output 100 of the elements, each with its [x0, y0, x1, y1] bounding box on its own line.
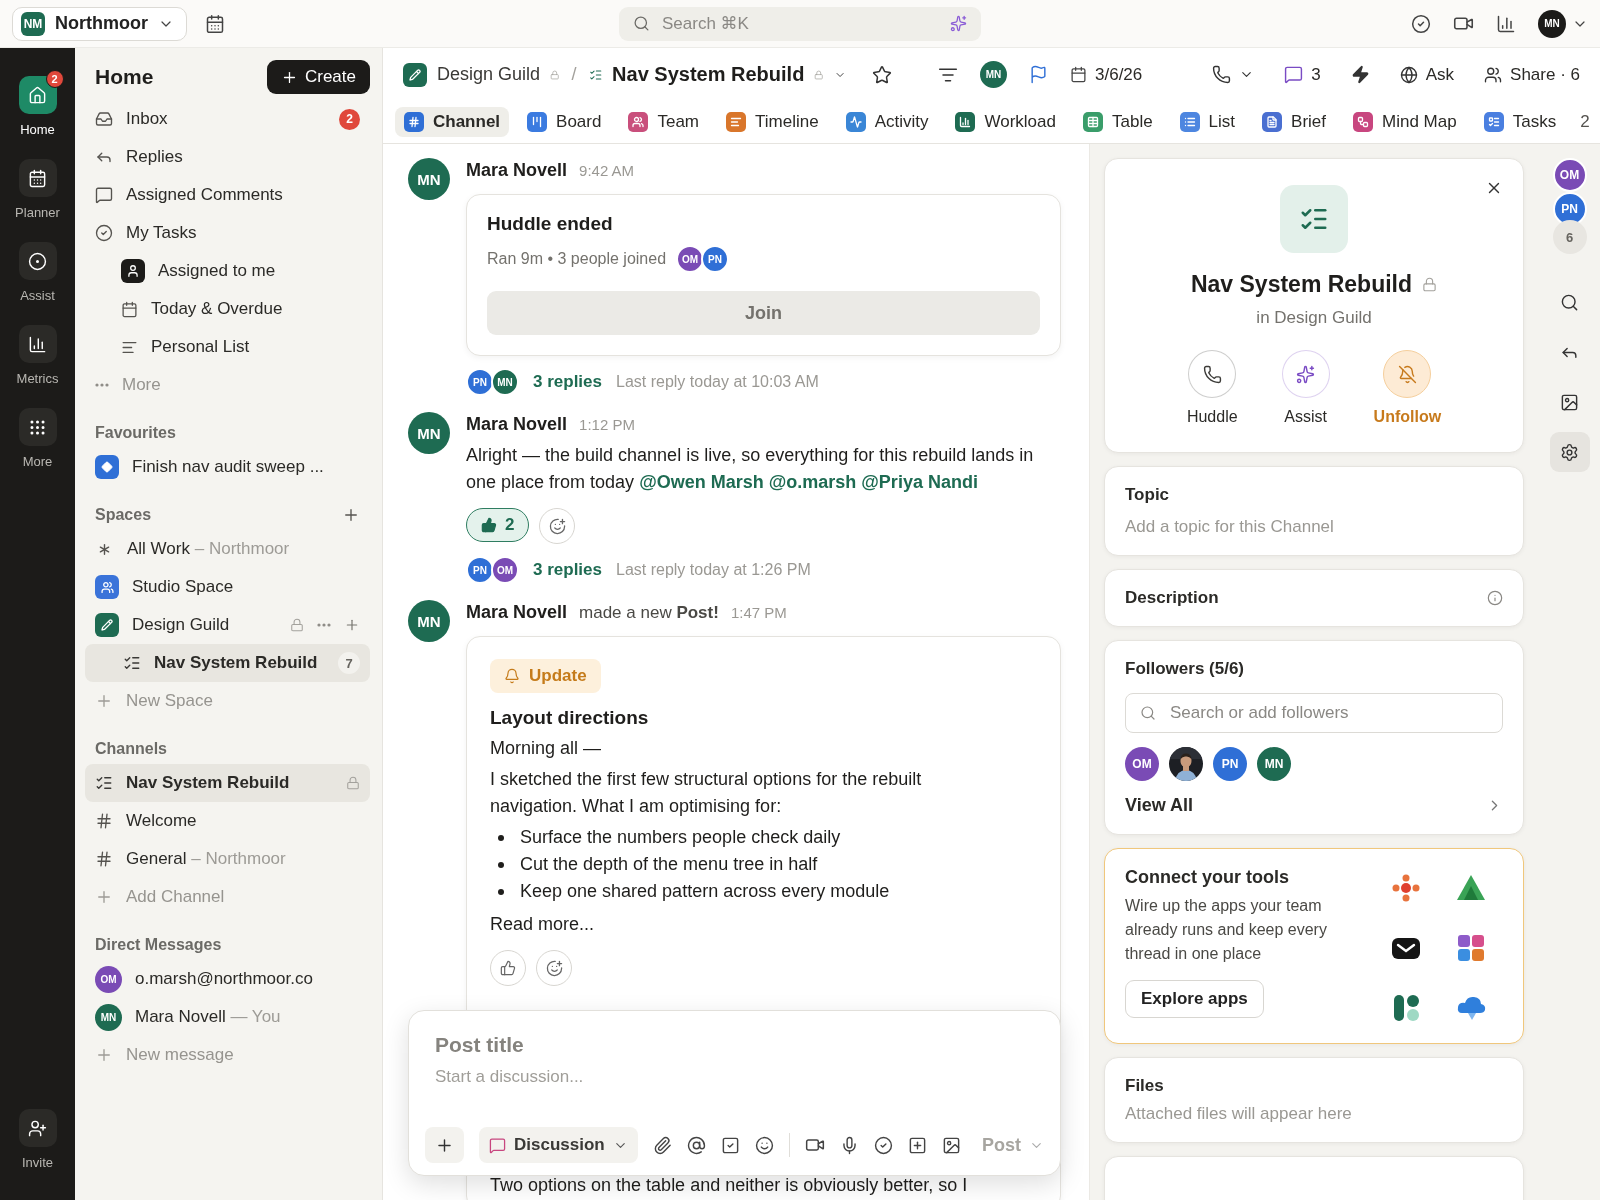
card-heading: Followers (5/6): [1125, 659, 1245, 679]
nav-item[interactable]: Inbox 2: [85, 100, 370, 138]
search-field[interactable]: Search ⌘K: [619, 6, 981, 41]
checkbox-icon[interactable]: [720, 1135, 740, 1155]
mention-link[interactable]: @o.marsh: [768, 472, 857, 492]
lightning-icon[interactable]: [1350, 65, 1370, 84]
view-tab[interactable]: Mind Map: [1344, 107, 1466, 137]
check-circle-icon[interactable]: [1411, 13, 1431, 34]
more-tabs-count[interactable]: 2: [1580, 112, 1590, 132]
channel-item[interactable]: General – Northmoor: [85, 840, 370, 878]
view-tab[interactable]: Board: [518, 107, 611, 137]
settings-button[interactable]: [1549, 432, 1590, 472]
nav-item[interactable]: Assigned Comments: [85, 176, 370, 214]
type-dropdown[interactable]: Discussion: [479, 1127, 638, 1163]
avatar: MN: [95, 1003, 122, 1031]
rail-item[interactable]: Metrics: [1, 317, 74, 386]
view-tab[interactable]: Brief: [1253, 107, 1336, 137]
comments-button[interactable]: 3: [1284, 64, 1321, 85]
nav-item[interactable]: Assigned to me: [85, 252, 370, 290]
search-input[interactable]: Search or add followers: [1168, 702, 1488, 724]
message-item[interactable]: MN Mara Novell — You: [85, 998, 370, 1036]
channel-item[interactable]: Nav System Rebuild: [85, 764, 370, 802]
read-more-link[interactable]: Read more...: [490, 911, 1037, 938]
date-button[interactable]: 3/6/26: [1070, 64, 1143, 85]
share-button[interactable]: Share · 6: [1484, 64, 1580, 85]
ask-button[interactable]: Ask: [1399, 64, 1455, 85]
composer-field[interactable]: Post title Start a discussion... Discussion Post: [408, 1010, 1061, 1176]
post-paragraph: I sketched the first few structural options for the rebuilt navigation. What I am optimising for:: [490, 768, 923, 818]
rail-item[interactable]: More: [1, 400, 74, 469]
separator: /: [571, 64, 577, 85]
card-heading: Connect your tools: [1125, 867, 1289, 888]
globe-icon: [1399, 65, 1418, 84]
view-tab[interactable]: Table: [1073, 107, 1162, 137]
rail-item[interactable]: Planner: [1, 151, 74, 220]
paperclip-icon[interactable]: [652, 1135, 672, 1155]
view-tab[interactable]: Team: [619, 107, 708, 137]
view-all-link[interactable]: View All: [1125, 795, 1503, 816]
view-tab[interactable]: Workload: [946, 107, 1065, 137]
channel-item[interactable]: Welcome: [85, 802, 370, 840]
space-item[interactable]: All Work – Northmoor: [85, 530, 370, 568]
add-reaction-button[interactable]: [536, 950, 572, 986]
add-reaction-button[interactable]: [539, 508, 576, 544]
view-tab[interactable]: Tasks: [1474, 107, 1566, 137]
join-button[interactable]: Join: [487, 291, 1040, 335]
view-tab[interactable]: Timeline: [717, 107, 828, 137]
plus-icon[interactable]: [342, 506, 360, 524]
invite-button[interactable]: Invite: [1, 1101, 74, 1170]
space-item[interactable]: Nav System Rebuild 7: [85, 644, 370, 682]
comment-icon: [489, 1136, 506, 1154]
channel-title: Nav System Rebuild: [612, 63, 805, 86]
message-item[interactable]: OM o.marsh@northmoor.co: [85, 960, 370, 998]
inbox-icon: [95, 110, 113, 128]
rail-item[interactable]: 2 Home: [1, 68, 74, 137]
message-time: 9:42 AM: [579, 162, 635, 179]
explore-apps-button[interactable]: Explore apps: [1125, 980, 1264, 1018]
phone-icon[interactable]: [1212, 65, 1232, 84]
breadcrumb-link[interactable]: Design Guild: [437, 64, 541, 85]
view-tab[interactable]: List: [1170, 107, 1245, 137]
at-icon[interactable]: [686, 1135, 706, 1155]
nav-item[interactable]: Personal List: [85, 328, 370, 366]
space-item[interactable]: Studio Space: [85, 568, 370, 606]
smile-icon[interactable]: [754, 1135, 774, 1155]
replies-link[interactable]: 3 replies: [533, 372, 602, 392]
bell-icon: [504, 668, 520, 684]
star-icon[interactable]: [872, 64, 892, 85]
search-input[interactable]: Search ⌘K: [660, 12, 940, 35]
avatar: PN: [466, 368, 494, 396]
image-icon[interactable]: [941, 1135, 961, 1155]
flag-icon[interactable]: [1029, 65, 1048, 84]
huddle-meta: Ran 9m • 3 people joined: [487, 250, 667, 268]
nav-item[interactable]: My Tasks: [85, 214, 370, 252]
favourite-item[interactable]: Finish nav audit sweep ...: [85, 448, 370, 486]
follower-search-field[interactable]: Search or add followers: [1125, 693, 1503, 733]
mention-link[interactable]: @Priya Nandi: [861, 472, 978, 492]
lock-icon: [550, 67, 560, 82]
replies-link[interactable]: 3 replies: [533, 560, 602, 580]
workspace-switcher[interactable]: NM Northmoor: [12, 6, 187, 41]
reaction-button[interactable]: 2: [466, 508, 530, 542]
plus-square-icon[interactable]: [907, 1135, 927, 1155]
bar-chart-icon[interactable]: [1496, 13, 1516, 34]
avatar: PN: [1213, 747, 1247, 781]
author-name[interactable]: Mara Novell: [466, 160, 568, 181]
nav-item[interactable]: Today & Overdue: [85, 290, 370, 328]
user-avatar[interactable]: MN: [1538, 9, 1566, 38]
like-button[interactable]: [490, 950, 526, 986]
nav-item[interactable]: Replies: [85, 138, 370, 176]
calendar-icon: [121, 300, 138, 318]
rail-item[interactable]: Assist: [1, 234, 74, 303]
member-count[interactable]: 6: [1552, 220, 1587, 254]
plus-icon[interactable]: [344, 617, 360, 633]
comment-icon: [95, 186, 113, 204]
view-tab[interactable]: Activity: [836, 107, 938, 137]
view-tab[interactable]: Channel: [395, 107, 510, 137]
mention-link[interactable]: @Owen Marsh: [639, 472, 764, 492]
create-button[interactable]: Create: [266, 60, 370, 94]
author-name[interactable]: Mara Novell: [466, 414, 568, 435]
check-circle-icon[interactable]: [873, 1135, 893, 1155]
calendar-icon[interactable]: [205, 13, 225, 34]
space-item[interactable]: Design Guild: [85, 606, 370, 644]
author-name[interactable]: Mara Novell: [466, 602, 568, 623]
